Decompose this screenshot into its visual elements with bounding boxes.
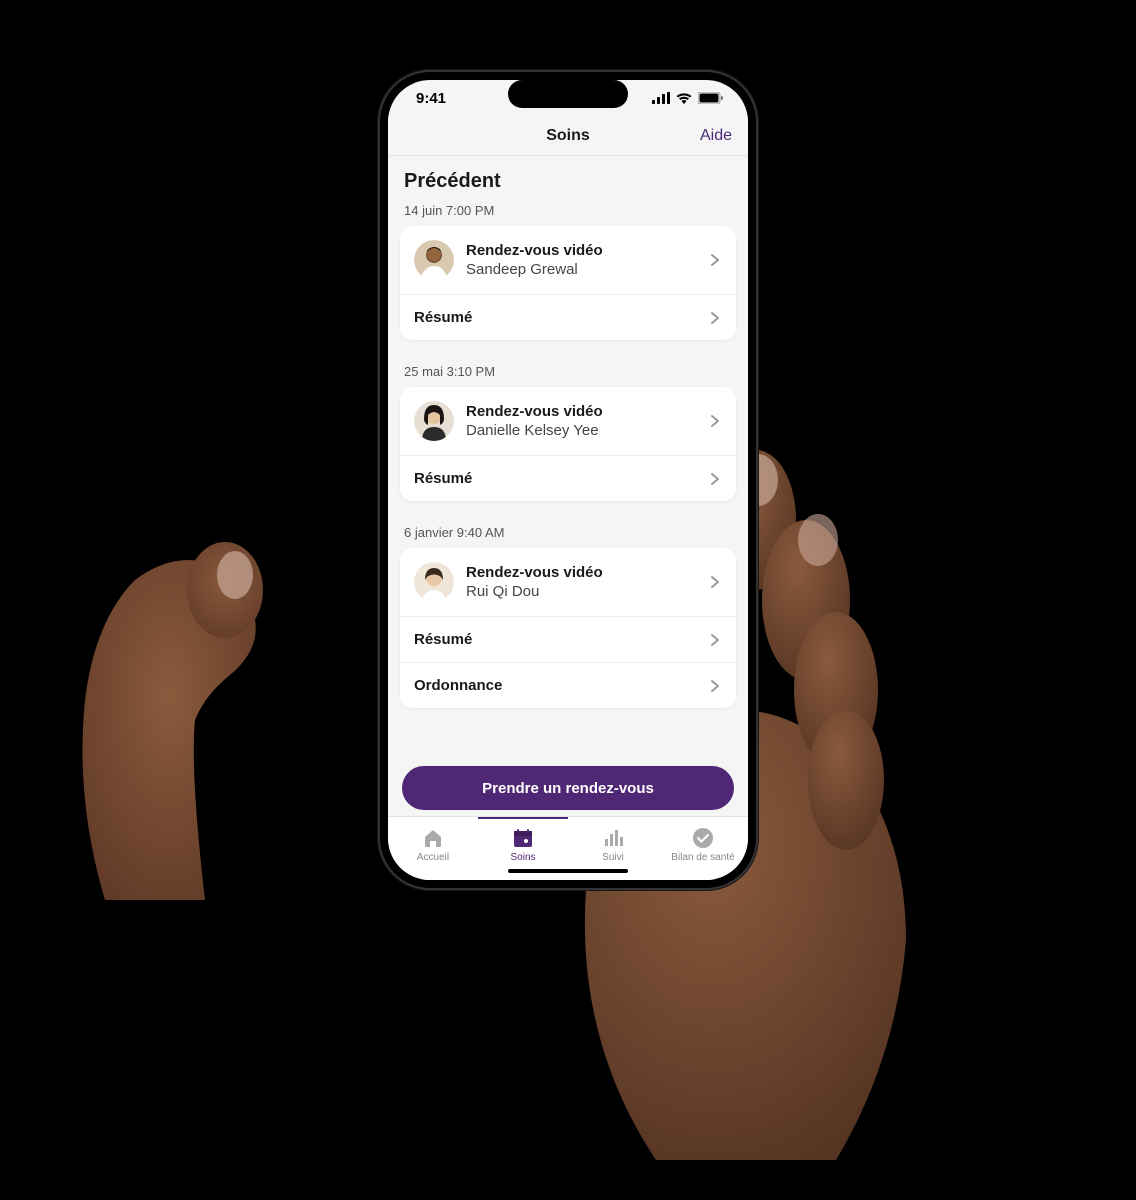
chevron-right-icon xyxy=(708,575,722,589)
home-icon xyxy=(422,827,444,849)
appointment-date: 25 mai 3:10 PM xyxy=(388,358,748,387)
chevron-right-icon xyxy=(708,253,722,267)
home-indicator[interactable] xyxy=(508,869,628,873)
tab-bar: Accueil Soins Suivi Bilan de santé xyxy=(388,816,748,880)
phone-frame: 9:41 Soins Aide Précédent 14 juin 7 xyxy=(378,70,758,890)
avatar xyxy=(414,240,454,280)
prescription-label: Ordonnance xyxy=(414,677,708,694)
appointment-text: Rendez-vous vidéo Sandeep Grewal xyxy=(466,242,708,278)
tab-label: Accueil xyxy=(417,852,449,863)
phone-notch xyxy=(508,80,628,108)
appointment-type: Rendez-vous vidéo xyxy=(466,242,708,259)
chevron-right-icon xyxy=(708,472,722,486)
tab-label: Soins xyxy=(510,852,535,863)
avatar xyxy=(414,562,454,602)
summary-label: Résumé xyxy=(414,631,708,648)
hand-thumb xyxy=(75,520,275,900)
appointment-card: Rendez-vous vidéo Sandeep Grewal Résumé xyxy=(400,226,736,340)
appointment-text: Rendez-vous vidéo Rui Qi Dou xyxy=(466,564,708,600)
book-appointment-button[interactable]: Prendre un rendez-vous xyxy=(402,766,734,810)
page-title: Soins xyxy=(546,127,590,145)
cta-container: Prendre un rendez-vous xyxy=(388,756,748,816)
appointment-provider: Danielle Kelsey Yee xyxy=(466,422,708,439)
summary-label: Résumé xyxy=(414,470,708,487)
wifi-icon xyxy=(676,92,692,104)
phone-screen: 9:41 Soins Aide Précédent 14 juin 7 xyxy=(388,80,748,880)
appointment-provider: Rui Qi Dou xyxy=(466,583,708,600)
appointment-card: Rendez-vous vidéo Rui Qi Dou Résumé Ordo… xyxy=(400,548,736,708)
summary-row[interactable]: Résumé xyxy=(400,616,736,662)
appointment-text: Rendez-vous vidéo Danielle Kelsey Yee xyxy=(466,403,708,439)
summary-label: Résumé xyxy=(414,309,708,326)
chevron-right-icon xyxy=(708,633,722,647)
appointment-row[interactable]: Rendez-vous vidéo Rui Qi Dou xyxy=(400,548,736,616)
tab-label: Suivi xyxy=(602,852,624,863)
summary-row[interactable]: Résumé xyxy=(400,294,736,340)
appointment-row[interactable]: Rendez-vous vidéo Danielle Kelsey Yee xyxy=(400,387,736,455)
tab-label: Bilan de santé xyxy=(671,852,734,863)
cellular-icon xyxy=(652,92,670,104)
check-circle-icon xyxy=(692,827,714,849)
nav-bar: Soins Aide xyxy=(388,116,748,156)
tab-home[interactable]: Accueil xyxy=(388,823,478,863)
tab-tracking[interactable]: Suivi xyxy=(568,823,658,863)
appointment-provider: Sandeep Grewal xyxy=(466,261,708,278)
avatar xyxy=(414,401,454,441)
status-time: 9:41 xyxy=(416,90,446,107)
help-link[interactable]: Aide xyxy=(700,127,732,145)
tab-health[interactable]: Bilan de santé xyxy=(658,823,748,863)
appointment-type: Rendez-vous vidéo xyxy=(466,403,708,420)
appointment-card: Rendez-vous vidéo Danielle Kelsey Yee Ré… xyxy=(400,387,736,501)
section-title: Précédent xyxy=(388,170,748,197)
chevron-right-icon xyxy=(708,311,722,325)
battery-icon xyxy=(698,92,724,104)
appointment-date: 14 juin 7:00 PM xyxy=(388,197,748,226)
chevron-right-icon xyxy=(708,679,722,693)
content-scroll[interactable]: Précédent 14 juin 7:00 PM Rendez-vous vi… xyxy=(388,156,748,756)
tab-care[interactable]: Soins xyxy=(478,823,568,863)
appointment-date: 6 janvier 9:40 AM xyxy=(388,519,748,548)
prescription-row[interactable]: Ordonnance xyxy=(400,662,736,708)
summary-row[interactable]: Résumé xyxy=(400,455,736,501)
chart-icon xyxy=(602,827,624,849)
appointment-type: Rendez-vous vidéo xyxy=(466,564,708,581)
chevron-right-icon xyxy=(708,414,722,428)
calendar-icon xyxy=(512,827,534,849)
status-icons xyxy=(652,92,724,104)
appointment-row[interactable]: Rendez-vous vidéo Sandeep Grewal xyxy=(400,226,736,294)
